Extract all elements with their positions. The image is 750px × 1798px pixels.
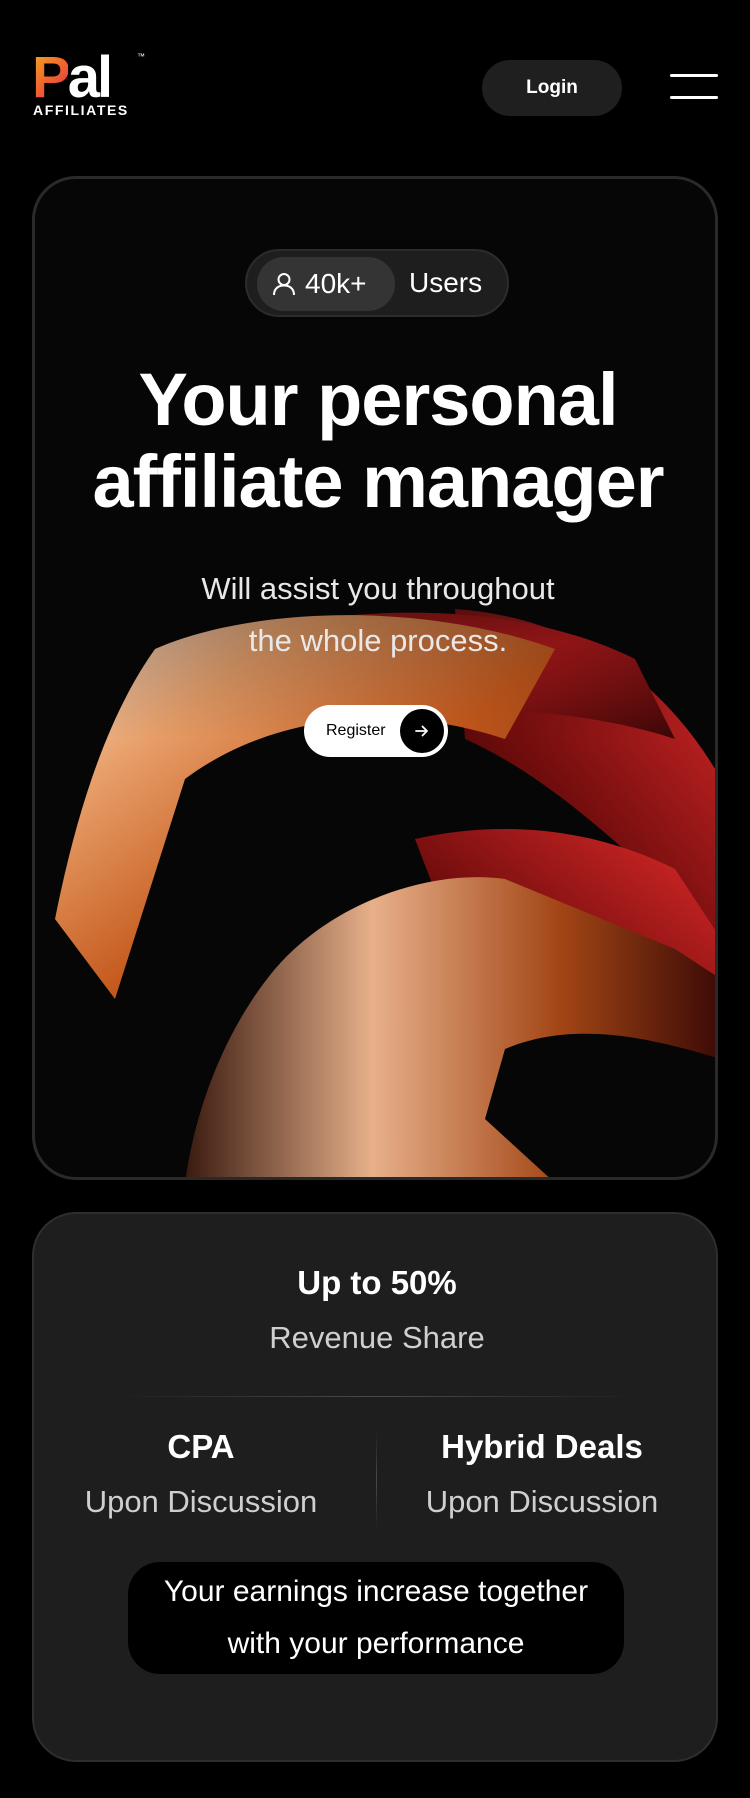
stat-title: CPA [167,1428,235,1465]
logo-trademark: ™ [137,52,145,61]
abstract-ribbon-artwork [35,179,715,1177]
logo-subtitle: AFFILIATES [33,102,129,118]
pal-affiliates-logo[interactable]: Pal ™ AFFILIATES [32,45,152,122]
menu-line [670,96,718,99]
stat-label: Upon Discussion [84,1484,318,1519]
register-button[interactable]: Register [304,705,448,757]
revenue-share-value: Up to 50% [297,1264,457,1301]
hero-card: 40k+ Users Your personal affiliate manag… [32,176,718,1180]
revenue-share-label: Revenue Share [269,1320,485,1355]
hero-subtitle-line: Will assist you throughout [201,571,555,606]
earnings-note-line: Your earnings increase together [163,1575,589,1608]
hero-subtitle-line: the whole process. [248,623,508,658]
menu-line [670,74,718,77]
users-label: Users [409,267,483,298]
users-count-value: 40k+ [305,268,367,299]
earnings-note-line: with your performance [227,1627,525,1660]
register-label: Register [326,722,386,739]
hero-title: Your personal affiliate manager [35,358,715,523]
horizontal-divider [114,1396,640,1397]
cpa-stat: CPA Upon Discussion [36,1428,366,1520]
logo-letters-al: al [67,45,113,110]
users-count-chip: 40k+ [257,257,395,311]
hero-title-line: affiliate manager [92,440,664,523]
logo-mark: Pal [32,45,113,110]
login-button[interactable]: Login [482,60,622,116]
stat-title: Hybrid Deals [441,1428,643,1465]
commission-stats-card: Up to 50% Revenue Share CPA Upon Discuss… [32,1212,718,1762]
hamburger-menu-icon[interactable] [670,74,718,102]
site-header: Pal ™ AFFILIATES Login [0,0,750,170]
user-icon [273,273,295,296]
users-count-pill: 40k+ Users [245,249,509,317]
hero-subtitle: Will assist you throughout the whole pro… [35,563,715,667]
logo-letter-p: P [32,45,71,110]
earnings-note: Your earnings increase together with you… [128,1562,624,1674]
stat-label: Upon Discussion [425,1484,659,1519]
page: Pal ™ AFFILIATES Login 40k+ Users Your p… [0,0,750,1798]
arrow-right-icon [400,709,444,753]
hero-title-line: Your personal [138,358,618,441]
hybrid-deals-stat: Hybrid Deals Upon Discussion [377,1428,707,1520]
